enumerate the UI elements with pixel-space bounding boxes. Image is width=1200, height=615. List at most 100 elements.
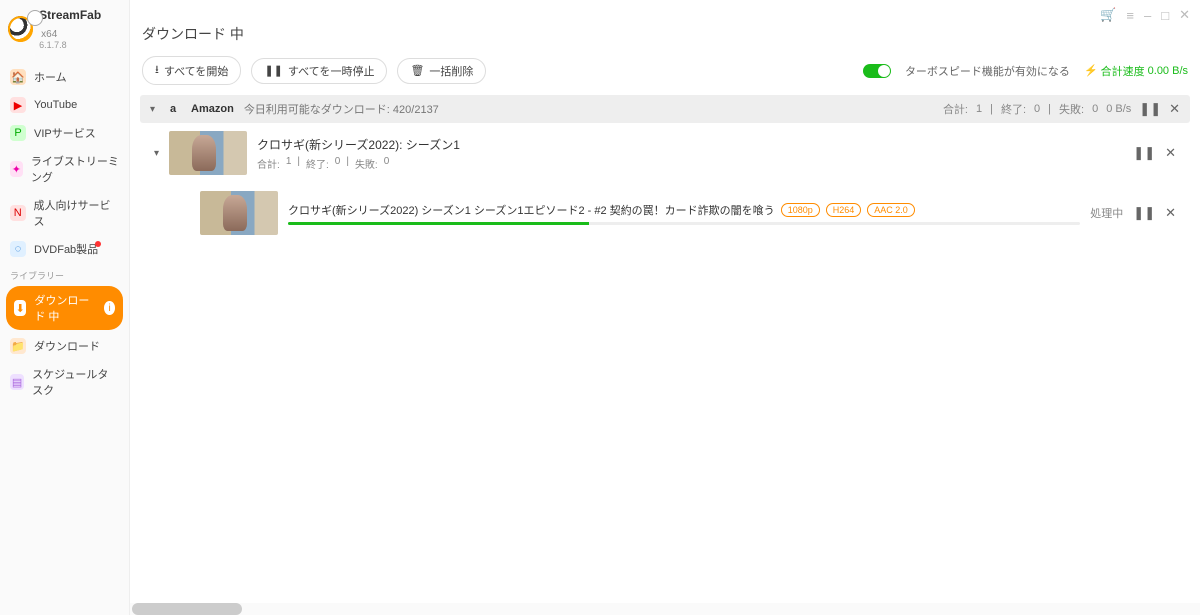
brand-logo-icon xyxy=(8,16,33,42)
group-header: ▾ a Amazon 今日利用可能なダウンロード: 420/2137 合計:1|… xyxy=(140,95,1190,123)
home-icon: 🏠 xyxy=(10,69,26,85)
nav-live[interactable]: ✦ ライブストリーミング xyxy=(0,147,129,191)
vip-icon: P xyxy=(10,125,26,141)
dvdfab-icon: ◌ xyxy=(10,241,26,257)
menu-icon[interactable]: ≡ xyxy=(1126,8,1134,23)
pause-episode-icon[interactable]: ❚❚ xyxy=(1133,205,1155,221)
brand-text: StreamFab x64 6.1.7.8 xyxy=(39,6,121,51)
nav-section-library: ライブラリー xyxy=(0,263,129,284)
turbo-label: ターボスピード機能が有効になる xyxy=(905,63,1070,79)
nav-label: YouTube xyxy=(34,99,77,111)
episode-status: 処理中 xyxy=(1090,205,1123,221)
stat-done-label: 終了: xyxy=(306,156,329,171)
group-subtitle: 今日利用可能なダウンロード: 420/2137 xyxy=(244,101,439,117)
bolt-icon: ⚡ xyxy=(1084,64,1098,77)
stat-total: 1 xyxy=(286,156,292,171)
pause-all-button[interactable]: ❚❚すべてを一時停止 xyxy=(251,58,387,84)
episode-row: クロサギ(新シリーズ2022) シーズン1 シーズン1エピソード2 - #2 契… xyxy=(140,183,1190,243)
nav-label: スケジュールタスク xyxy=(32,366,119,398)
close-icon[interactable]: ✕ xyxy=(1179,7,1190,23)
nav-dvdfab[interactable]: ◌ DVDFab製品 xyxy=(0,235,129,263)
progress-bar-track xyxy=(288,222,1080,225)
stat-total: 1 xyxy=(976,103,982,115)
stat-fail-label: 失敗: xyxy=(355,156,378,171)
info-badge-icon: i xyxy=(104,301,115,315)
nav-downloaded[interactable]: 📁ダウンロード xyxy=(0,332,129,360)
stat-done-label: 終了: xyxy=(1001,101,1026,117)
nav-schedule[interactable]: ▤ スケジュールタスク xyxy=(0,360,129,404)
btn-label: 一括削除 xyxy=(429,63,473,79)
season-body: クロサギ(新シリーズ2022): シーズン1 合計:1| 終了:0| 失敗:0 xyxy=(257,136,1123,171)
brand: StreamFab x64 6.1.7.8 xyxy=(0,0,129,57)
live-icon: ✦ xyxy=(10,161,23,177)
toolbar: ⭳ すべてを開始 ❚❚すべてを一時停止 🗑 一括削除 ターボスピード機能が有効になる… xyxy=(140,52,1190,95)
pause-season-icon[interactable]: ❚❚ xyxy=(1133,145,1155,161)
episode-title: クロサギ(新シリーズ2022) シーズン1 シーズン1エピソード2 - #2 契… xyxy=(288,202,775,218)
episode-info: クロサギ(新シリーズ2022) シーズン1 シーズン1エピソード2 - #2 契… xyxy=(288,202,1080,225)
brand-version: 6.1.7.8 xyxy=(39,41,121,51)
nav-vip[interactable]: P VIPサービス xyxy=(0,119,129,147)
close-episode-icon[interactable]: ✕ xyxy=(1165,205,1176,221)
stat-fail: 0 xyxy=(384,156,390,171)
speed-label: 合計速度 xyxy=(1101,63,1145,79)
episode-right: 処理中 ❚❚ ✕ xyxy=(1090,205,1176,221)
nav-downloading[interactable]: ⬇ ダウンロード 中 i xyxy=(6,286,123,330)
nav-youtube[interactable]: ▶ YouTube xyxy=(0,91,129,119)
group-service: Amazon xyxy=(191,103,234,115)
horizontal-scrollbar[interactable] xyxy=(130,603,1200,615)
schedule-icon: ▤ xyxy=(10,374,24,390)
group-stats: 合計:1| 終了:0| 失敗:0 0 B/s ❚❚ ✕ xyxy=(943,101,1180,117)
season-row: ▾ クロサギ(新シリーズ2022): シーズン1 合計:1| 終了:0| 失敗:… xyxy=(140,123,1190,183)
adult-icon: N xyxy=(10,205,26,221)
nav-label: VIPサービス xyxy=(34,125,96,141)
chevron-down-icon[interactable]: ▾ xyxy=(154,148,159,159)
maximize-icon[interactable]: □ xyxy=(1161,8,1169,23)
stat-done: 0 xyxy=(1034,103,1040,115)
nav-adult[interactable]: N 成人向けサービス xyxy=(0,191,129,235)
season-thumbnail xyxy=(169,131,247,175)
stat-done: 0 xyxy=(335,156,341,171)
episode-thumbnail xyxy=(200,191,278,235)
minimize-icon[interactable]: – xyxy=(1144,8,1151,23)
start-all-button[interactable]: ⭳ すべてを開始 xyxy=(142,56,241,85)
chip-resolution: 1080p xyxy=(781,203,820,217)
cart-icon[interactable]: 🛒 xyxy=(1100,7,1116,23)
season-stats: 合計:1| 終了:0| 失敗:0 xyxy=(257,156,1123,171)
toolbar-right: ターボスピード機能が有効になる ⚡合計速度 0.00 B/s xyxy=(863,63,1188,79)
turbo-toggle[interactable] xyxy=(863,64,891,78)
amazon-icon: a xyxy=(165,101,181,117)
nav: 🏠 ホーム ▶ YouTube P VIPサービス ✦ ライブストリーミング N 成人向け… xyxy=(0,57,129,404)
progress-bar-fill xyxy=(288,222,589,225)
nav-label: DVDFab製品 xyxy=(34,241,98,257)
nav-label: ホーム xyxy=(34,69,67,85)
main: 🛒 ≡ – □ ✕ ダウンロード 中 ⭳すべてを開始 ❚❚すべてを一時停止 🗑一… xyxy=(130,0,1200,615)
nav-home[interactable]: 🏠 ホーム xyxy=(0,63,129,91)
season-title: クロサギ(新シリーズ2022): シーズン1 xyxy=(257,136,1123,153)
close-season-icon[interactable]: ✕ xyxy=(1165,145,1176,161)
close-group-icon[interactable]: ✕ xyxy=(1169,101,1180,117)
episode-title-row: クロサギ(新シリーズ2022) シーズン1 シーズン1エピソード2 - #2 契… xyxy=(288,202,1080,218)
delete-all-button[interactable]: 🗑 一括削除 xyxy=(397,58,486,84)
nav-label: ダウンロード 中 xyxy=(34,292,96,324)
stat-total-label: 合計: xyxy=(257,156,280,171)
total-speed: ⚡合計速度 0.00 B/s xyxy=(1084,63,1188,79)
chip-codec: H264 xyxy=(826,203,862,217)
chip-audio: AAC 2.0 xyxy=(867,203,915,217)
folder-icon: 📁 xyxy=(10,338,26,354)
stat-rate: 0 B/s xyxy=(1106,103,1131,115)
pause-icon: ❚❚ xyxy=(264,64,282,77)
download-icon: ⬇ xyxy=(14,300,26,316)
brand-name: StreamFab xyxy=(39,8,101,22)
scrollbar-thumb[interactable] xyxy=(132,603,242,615)
download-start-icon: ⭳ xyxy=(155,61,159,80)
chevron-down-icon[interactable]: ▾ xyxy=(150,104,155,115)
trash-icon: 🗑 xyxy=(410,64,424,77)
nav-label: ライブストリーミング xyxy=(31,153,119,185)
stat-fail: 0 xyxy=(1092,103,1098,115)
youtube-icon: ▶ xyxy=(10,97,26,113)
sidebar: StreamFab x64 6.1.7.8 🏠 ホーム ▶ YouTube P VIP… xyxy=(0,0,130,615)
nav-label: 成人向けサービス xyxy=(34,197,119,229)
btn-label: すべてを開始 xyxy=(164,63,229,79)
pause-group-icon[interactable]: ❚❚ xyxy=(1139,101,1161,117)
titlebar: 🛒 ≡ – □ ✕ xyxy=(140,6,1190,24)
